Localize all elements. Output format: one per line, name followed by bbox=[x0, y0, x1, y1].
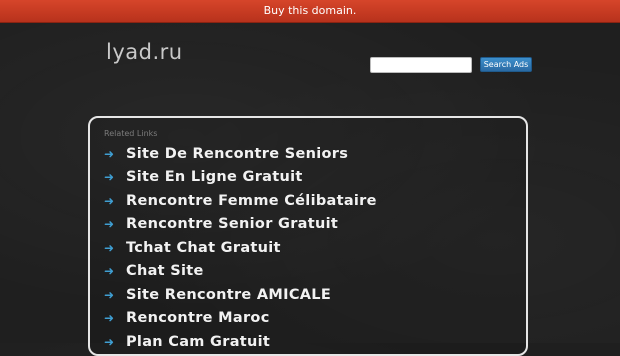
related-link-item[interactable]: ➜ Rencontre Senior Gratuit bbox=[104, 213, 377, 237]
related-link-item[interactable]: ➜ Plan Cam Gratuit bbox=[104, 330, 377, 354]
related-link-label[interactable]: Rencontre Maroc bbox=[126, 310, 270, 326]
buy-domain-link[interactable]: Buy this domain. bbox=[264, 4, 357, 17]
related-link-label[interactable]: Plan Cam Gratuit bbox=[126, 334, 270, 350]
arrow-right-icon: ➜ bbox=[104, 146, 115, 161]
related-link-item[interactable]: ➜ Rencontre Femme Célibataire bbox=[104, 189, 377, 213]
related-link-label[interactable]: Rencontre Femme Célibataire bbox=[126, 193, 377, 209]
related-link-item[interactable]: ➜ Chat Site bbox=[104, 260, 377, 284]
arrow-right-icon: ➜ bbox=[104, 334, 115, 349]
search-ads-button[interactable]: Search Ads bbox=[480, 57, 532, 72]
related-link-label[interactable]: Site En Ligne Gratuit bbox=[126, 169, 303, 185]
related-links-title: Related Links bbox=[104, 129, 158, 138]
arrow-right-icon: ➜ bbox=[104, 240, 115, 255]
related-link-label[interactable]: Tchat Chat Gratuit bbox=[126, 240, 281, 256]
arrow-right-icon: ➜ bbox=[104, 264, 115, 279]
related-link-label[interactable]: Chat Site bbox=[126, 263, 204, 279]
related-link-item[interactable]: ➜ Site En Ligne Gratuit bbox=[104, 166, 377, 190]
arrow-right-icon: ➜ bbox=[104, 287, 115, 302]
arrow-right-icon: ➜ bbox=[104, 170, 115, 185]
buy-domain-banner[interactable]: Buy this domain. bbox=[0, 0, 620, 23]
related-link-label[interactable]: Site De Rencontre Seniors bbox=[126, 146, 348, 162]
arrow-right-icon: ➜ bbox=[104, 217, 115, 232]
related-links-list: ➜ Site De Rencontre Seniors ➜ Site En Li… bbox=[104, 142, 377, 354]
related-link-item[interactable]: ➜ Site Rencontre AMICALE bbox=[104, 283, 377, 307]
related-link-item[interactable]: ➜ Rencontre Maroc bbox=[104, 307, 377, 331]
related-link-item[interactable]: ➜ Site De Rencontre Seniors bbox=[104, 142, 377, 166]
related-link-item[interactable]: ➜ Tchat Chat Gratuit bbox=[104, 236, 377, 260]
arrow-right-icon: ➜ bbox=[104, 193, 115, 208]
search-input[interactable] bbox=[370, 57, 472, 73]
arrow-right-icon: ➜ bbox=[104, 311, 115, 326]
site-logo[interactable]: lyad.ru bbox=[106, 40, 183, 64]
related-link-label[interactable]: Rencontre Senior Gratuit bbox=[126, 216, 338, 232]
related-link-label[interactable]: Site Rencontre AMICALE bbox=[126, 287, 331, 303]
